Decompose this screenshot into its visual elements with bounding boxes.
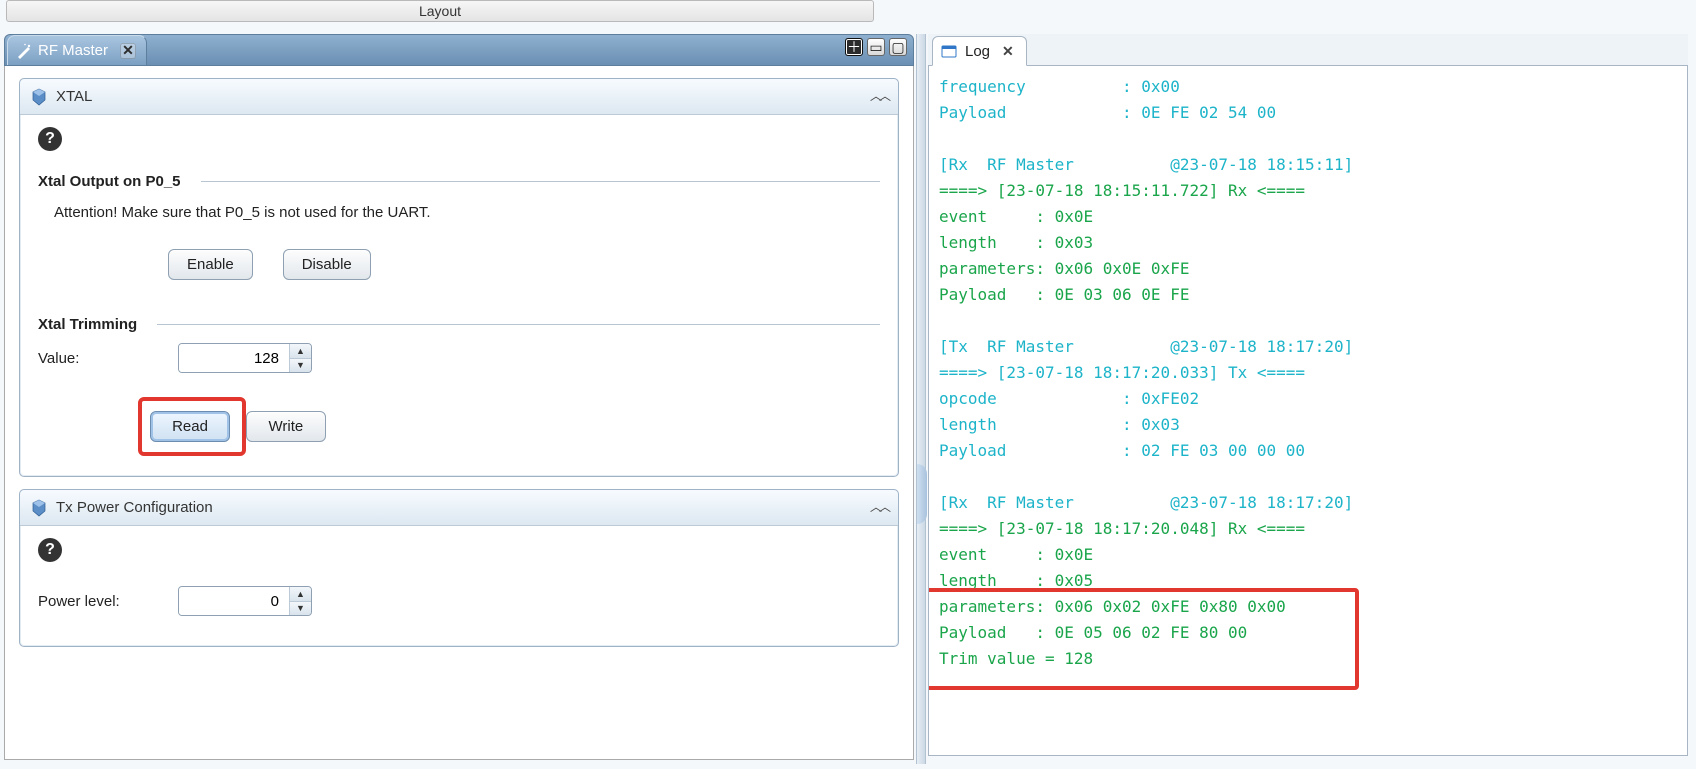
- tab-log[interactable]: Log ✕: [932, 36, 1027, 66]
- layout-button[interactable]: Layout: [6, 0, 874, 22]
- close-icon[interactable]: ✕: [1002, 43, 1014, 60]
- top-bar: Layout: [0, 0, 880, 28]
- log-line: [Rx RF Master @23-07-18 18:17:20]: [939, 490, 1677, 516]
- log-line: ====> [23-07-18 18:15:11.722] Rx <====: [939, 178, 1677, 204]
- crystal-icon: [30, 88, 48, 106]
- log-line: opcode : 0xFE02: [939, 386, 1677, 412]
- disable-button[interactable]: Disable: [283, 249, 371, 280]
- xtal-value-input[interactable]: [179, 344, 289, 372]
- log-line: event : 0x0E: [939, 542, 1677, 568]
- xtal-value-spinner[interactable]: ▲ ▼: [178, 343, 312, 373]
- xtal-output-heading: Xtal Output on P0_5: [38, 173, 880, 190]
- log-line: [939, 308, 1677, 334]
- tab-rf-master-label: RF Master: [38, 42, 108, 59]
- log-line: length : 0x03: [939, 412, 1677, 438]
- value-label: Value:: [38, 350, 178, 367]
- collapse-icon[interactable]: ︿︿: [870, 87, 888, 104]
- log-icon: [941, 43, 957, 59]
- power-level-spinner[interactable]: ▲ ▼: [178, 586, 312, 616]
- xtal-title: XTAL: [56, 88, 92, 105]
- tab-log-label: Log: [965, 43, 990, 60]
- log-line: parameters: 0x06 0x02 0xFE 0x80 0x00: [939, 594, 1677, 620]
- log-line: [Rx RF Master @23-07-18 18:15:11]: [939, 152, 1677, 178]
- log-line: Payload : 0E 05 06 02 FE 80 00: [939, 620, 1677, 646]
- log-panel: Log ✕ frequency : 0x00Payload : 0E FE 02…: [928, 34, 1688, 764]
- log-line: [939, 126, 1677, 152]
- log-tab-bar: Log ✕: [928, 34, 1688, 66]
- log-line: ====> [23-07-18 18:17:20.048] Rx <====: [939, 516, 1677, 542]
- power-level-label: Power level:: [38, 593, 178, 610]
- left-panel: RF Master ✕ ＋ ▭ ▢ XTAL ︿︿ ?: [4, 34, 914, 764]
- xtal-header[interactable]: XTAL ︿︿: [20, 79, 898, 115]
- log-line: [939, 464, 1677, 490]
- help-icon[interactable]: ?: [38, 538, 62, 562]
- spinner-down-icon[interactable]: ▼: [290, 359, 311, 373]
- log-line: frequency : 0x00: [939, 74, 1677, 100]
- log-line: [Tx RF Master @23-07-18 18:17:20]: [939, 334, 1677, 360]
- txpower-title: Tx Power Configuration: [56, 499, 213, 516]
- tab-rf-master[interactable]: RF Master ✕: [7, 35, 147, 65]
- log-line: Payload : 02 FE 03 00 00 00: [939, 438, 1677, 464]
- editor-tab-bar: RF Master ✕ ＋ ▭ ▢: [4, 34, 914, 66]
- txpower-header[interactable]: Tx Power Configuration ︿︿: [20, 490, 898, 526]
- maximize-icon[interactable]: ▢: [889, 38, 907, 56]
- spinner-up-icon[interactable]: ▲: [290, 344, 311, 359]
- read-button[interactable]: Read: [150, 411, 230, 442]
- write-button[interactable]: Write: [246, 411, 326, 442]
- editor-body: XTAL ︿︿ ? Xtal Output on P0_5 Attention!…: [4, 66, 914, 760]
- close-icon[interactable]: ✕: [120, 43, 136, 59]
- crystal-icon: [30, 499, 48, 517]
- log-line: event : 0x0E: [939, 204, 1677, 230]
- log-line: Payload : 0E 03 06 0E FE: [939, 282, 1677, 308]
- xtal-section: XTAL ︿︿ ? Xtal Output on P0_5 Attention!…: [19, 78, 899, 477]
- collapse-icon[interactable]: ︿︿: [870, 498, 888, 515]
- help-icon[interactable]: ?: [38, 127, 62, 151]
- enable-button[interactable]: Enable: [168, 249, 253, 280]
- new-window-icon[interactable]: ＋: [845, 38, 863, 56]
- log-line: length : 0x05: [939, 568, 1677, 594]
- xtal-trim-heading: Xtal Trimming: [38, 316, 880, 333]
- minimize-icon[interactable]: ▭: [867, 38, 885, 56]
- wand-icon: [16, 43, 32, 59]
- log-line: parameters: 0x06 0x0E 0xFE: [939, 256, 1677, 282]
- power-level-input[interactable]: [179, 587, 289, 615]
- read-highlight-box: Read: [138, 397, 246, 456]
- xtal-attention-text: Attention! Make sure that P0_5 is not us…: [54, 204, 880, 221]
- txpower-section: Tx Power Configuration ︿︿ ? Power level:…: [19, 489, 899, 647]
- log-line: ====> [23-07-18 18:17:20.033] Tx <====: [939, 360, 1677, 386]
- log-line: Trim value = 128: [939, 646, 1677, 672]
- spinner-up-icon[interactable]: ▲: [290, 587, 311, 602]
- split-handle[interactable]: [916, 34, 926, 764]
- spinner-down-icon[interactable]: ▼: [290, 602, 311, 616]
- log-output[interactable]: frequency : 0x00Payload : 0E FE 02 54 00…: [928, 66, 1688, 756]
- log-line: Payload : 0E FE 02 54 00: [939, 100, 1677, 126]
- log-line: length : 0x03: [939, 230, 1677, 256]
